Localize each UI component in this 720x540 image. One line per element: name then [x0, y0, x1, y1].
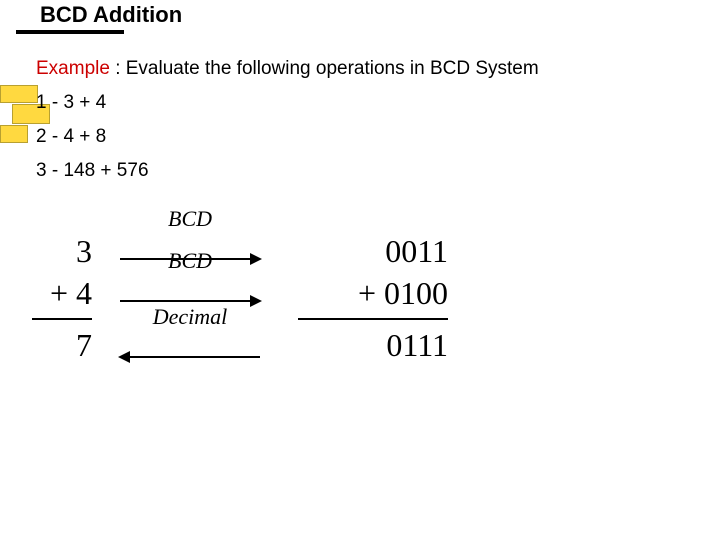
decimal-column: 3 + 4 7: [22, 230, 92, 356]
bcd-column: 0011 + 0100 0111: [288, 230, 448, 356]
accent-rect: [0, 125, 28, 143]
arrow-column: BCD BCD Decimal: [100, 230, 280, 370]
title-underline: [16, 30, 124, 34]
bcd-worked-example: 3 + 4 7 BCD BCD Decimal 0011 + 0100: [22, 230, 448, 370]
slide-title: BCD Addition: [40, 2, 182, 28]
arrow-left-icon: [120, 356, 260, 358]
sum: 0111: [288, 314, 448, 356]
sum: 7: [22, 314, 92, 356]
problem-item: 3 - 148 + 576: [36, 160, 149, 182]
arrow-label: BCD: [120, 204, 260, 234]
problem-item: 2 - 4 + 8: [36, 126, 106, 148]
arrow-label: BCD: [120, 246, 260, 276]
problem-item: 1 - 3 + 4: [36, 92, 106, 114]
operand: 3: [22, 230, 92, 272]
slide: BCD Addition Example : Evaluate the foll…: [0, 0, 720, 540]
sum-rule: [32, 318, 92, 320]
operand: 0011: [288, 230, 448, 272]
operand: + 4: [22, 272, 92, 314]
sum-rule: [298, 318, 448, 320]
arrow-label: Decimal: [120, 302, 260, 332]
example-text: : Evaluate the following operations in B…: [110, 58, 539, 79]
example-line: Example : Evaluate the following operati…: [36, 58, 539, 80]
example-keyword: Example: [36, 58, 110, 79]
accent-rect: [0, 85, 38, 103]
operand: + 0100: [288, 272, 448, 314]
